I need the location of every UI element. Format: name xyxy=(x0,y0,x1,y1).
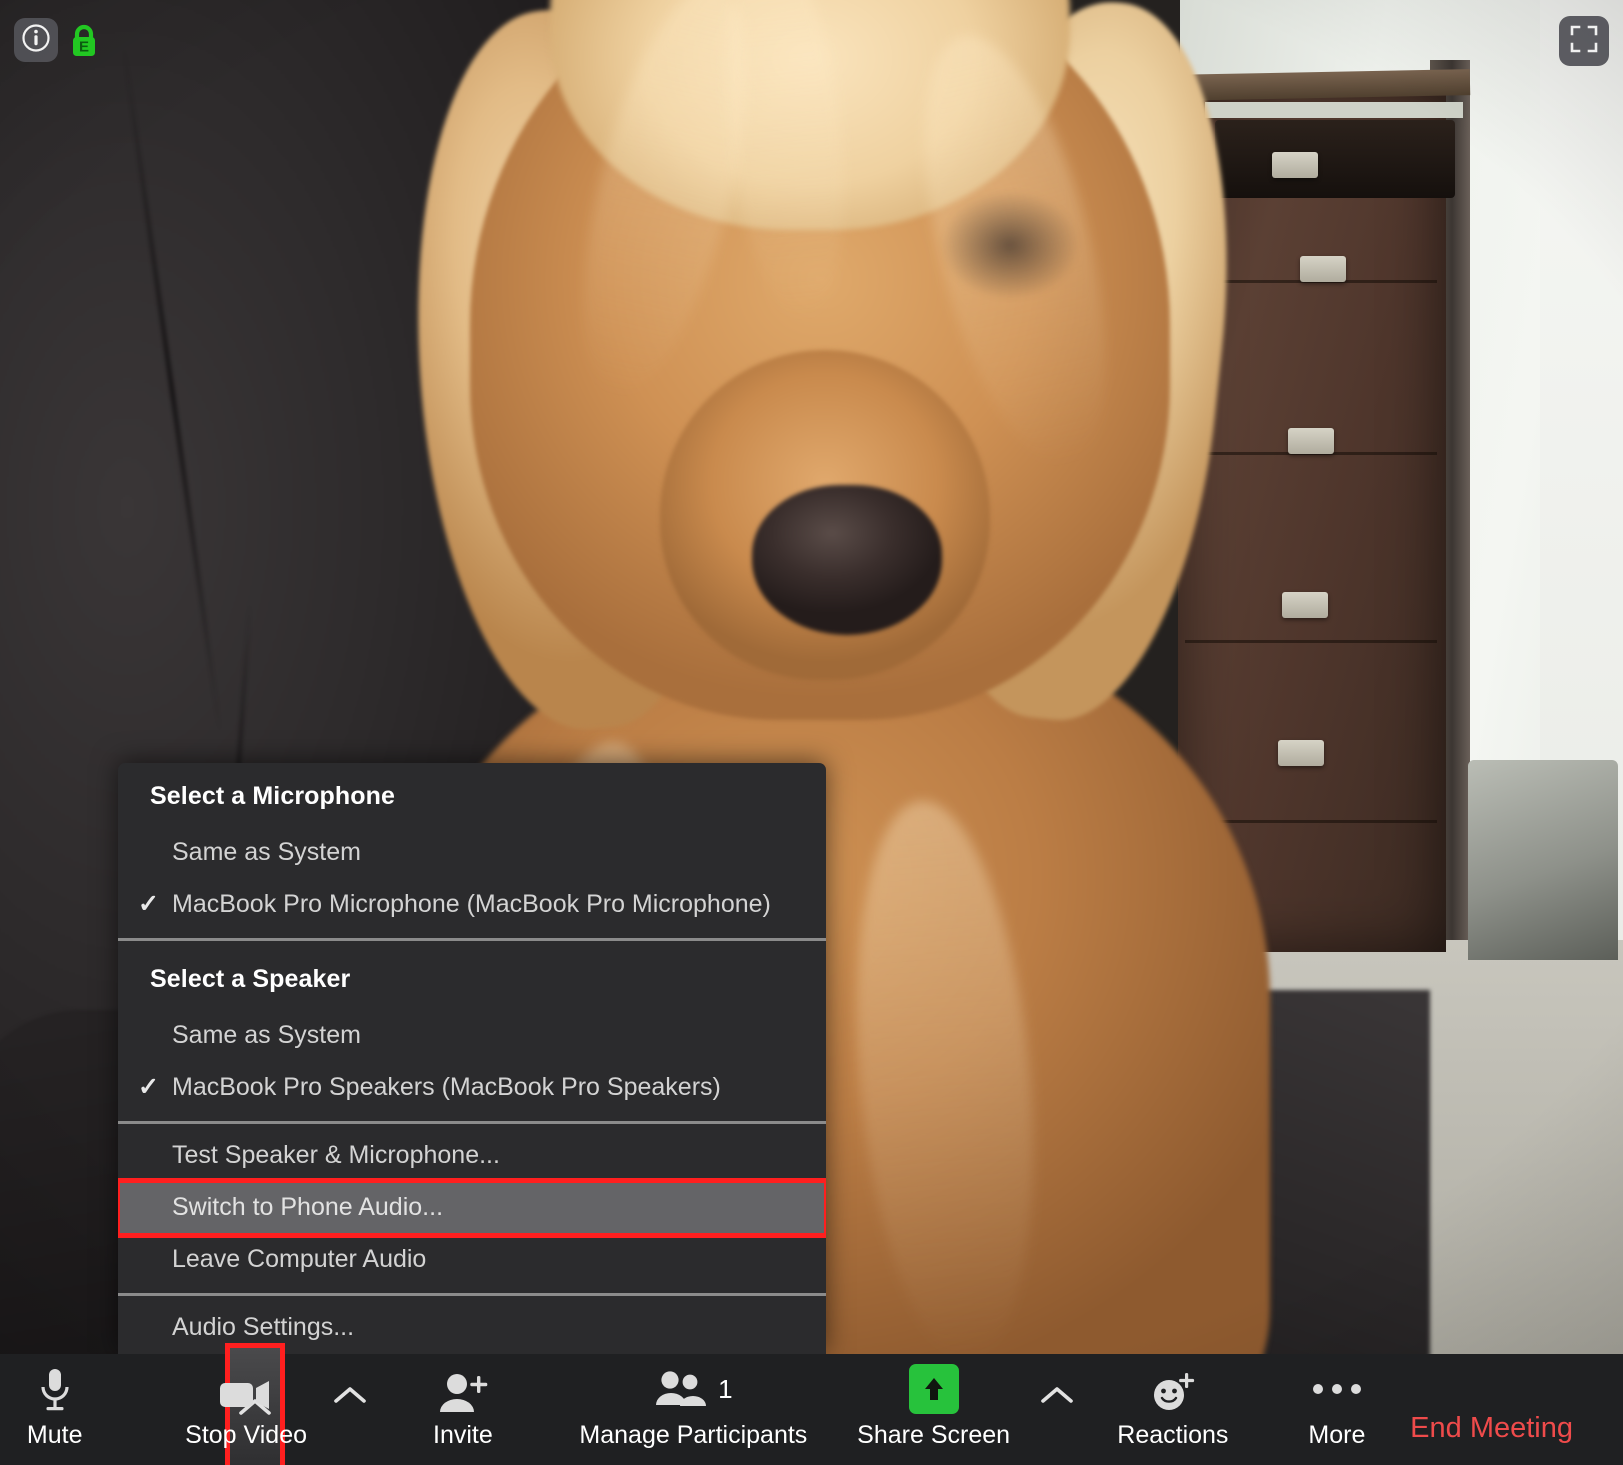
audio-options-caret-button[interactable] xyxy=(109,1343,286,1465)
menu-section-header: Select a Microphone xyxy=(150,782,396,810)
enter-fullscreen-icon xyxy=(1570,25,1598,58)
share-screen-label: Share Screen xyxy=(857,1421,1011,1449)
manage-participants-button[interactable]: 1 Manage Participants xyxy=(551,1354,836,1465)
dog-nose xyxy=(752,485,942,635)
more-button[interactable]: More xyxy=(1264,1354,1410,1465)
invite-button[interactable]: Invite xyxy=(375,1354,551,1465)
menu-separator xyxy=(118,938,826,941)
enter-fullscreen-button[interactable] xyxy=(1559,16,1609,66)
share-options-caret-button[interactable] xyxy=(1031,1354,1082,1465)
share-screen-green-square xyxy=(908,1364,959,1414)
menu-item[interactable]: Test Speaker & Microphone... xyxy=(118,1130,826,1182)
mute-button[interactable]: Mute xyxy=(0,1354,109,1465)
manage-participants-label: Manage Participants xyxy=(579,1421,808,1449)
more-ellipsis-icon xyxy=(1310,1364,1364,1414)
svg-text:E: E xyxy=(79,39,89,56)
menu-separator xyxy=(118,1293,826,1296)
end-meeting-button[interactable]: End Meeting xyxy=(1410,1374,1623,1445)
encryption-lock-icon[interactable]: E xyxy=(68,22,100,58)
audio-options-menu[interactable]: Select a MicrophoneSame as SystemMacBook… xyxy=(118,763,826,1354)
end-meeting-label: End Meeting xyxy=(1410,1412,1573,1444)
more-label: More xyxy=(1308,1421,1366,1449)
stop-video-button[interactable]: Stop Video xyxy=(168,1354,324,1465)
participant-count: 1 xyxy=(718,1373,733,1404)
reactions-button[interactable]: Reactions xyxy=(1082,1354,1264,1465)
chevron-up-icon xyxy=(333,1385,367,1410)
zoom-meeting-window: E Select a MicrophoneSame as SystemMacBo… xyxy=(0,0,1623,1465)
menu-section-header: Select a Speaker xyxy=(150,965,351,993)
video-camera-icon xyxy=(218,1364,274,1414)
menu-item[interactable]: Leave Computer Audio xyxy=(118,1234,826,1286)
menu-item[interactable]: MacBook Pro Speakers (MacBook Pro Speake… xyxy=(118,1062,826,1114)
mute-label: Mute xyxy=(26,1421,83,1449)
invite-person-icon xyxy=(436,1364,490,1414)
meeting-controls-toolbar: Mute Stop Video Invite 1 Manage Particip… xyxy=(0,1343,1623,1465)
stop-video-label: Stop Video xyxy=(185,1421,308,1449)
reactions-label: Reactions xyxy=(1117,1421,1229,1449)
menu-item[interactable]: MacBook Pro Microphone (MacBook Pro Micr… xyxy=(118,879,826,931)
video-options-caret-button[interactable] xyxy=(324,1354,375,1465)
invite-label: Invite xyxy=(433,1421,493,1449)
menu-separator xyxy=(118,1121,826,1124)
menu-item[interactable]: Same as System xyxy=(118,827,826,879)
chevron-up-icon xyxy=(1040,1385,1074,1410)
meeting-information-button[interactable] xyxy=(14,18,58,62)
menu-item[interactable]: Audio Settings... xyxy=(118,1302,826,1354)
microphone-icon xyxy=(38,1364,72,1414)
share-screen-button[interactable]: Share Screen xyxy=(836,1354,1031,1465)
share-screen-icon xyxy=(908,1364,959,1414)
background-object xyxy=(1468,760,1618,960)
menu-item[interactable]: Same as System xyxy=(118,1010,826,1062)
reactions-smiley-plus-icon xyxy=(1148,1364,1198,1414)
info-icon xyxy=(21,23,51,58)
menu-item[interactable]: Switch to Phone Audio... xyxy=(118,1182,826,1234)
participants-icon-group: 1 xyxy=(654,1364,733,1414)
